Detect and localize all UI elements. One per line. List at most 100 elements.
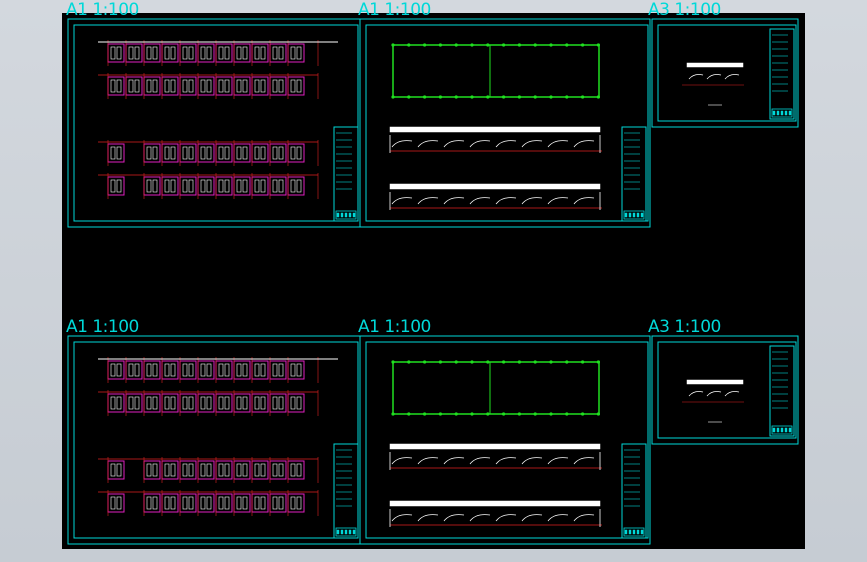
title-block [333, 443, 359, 539]
car-symbol [116, 363, 122, 377]
site-tree [470, 360, 474, 364]
parking-stall [179, 43, 197, 63]
section-profile [547, 457, 569, 465]
detail-profile [688, 74, 704, 80]
sheet-scale-label: A3 1:100 [648, 317, 721, 337]
car-symbol [188, 46, 194, 60]
parking-stall [161, 493, 179, 513]
parking-stall [179, 176, 197, 196]
parking-stall [143, 143, 161, 163]
parking-stall [215, 143, 233, 163]
parking-stall [287, 393, 305, 413]
parking-stall [269, 360, 287, 380]
car-symbol [206, 463, 212, 477]
parking-stall [107, 143, 125, 163]
car-symbol [182, 496, 188, 510]
car-symbol [170, 79, 176, 93]
car-symbol [260, 179, 266, 193]
car-symbol [260, 396, 266, 410]
title-block-text [624, 212, 628, 218]
site-tree [565, 43, 569, 47]
site-tree [423, 43, 427, 47]
site-tree [596, 412, 601, 416]
car-symbol [272, 363, 278, 377]
car-symbol [146, 396, 152, 410]
title-block-text [776, 110, 780, 116]
parking-stall [287, 143, 305, 163]
car-symbol [290, 46, 296, 60]
parking-stall [251, 143, 269, 163]
title-block-text [772, 110, 776, 116]
parking-stall [161, 143, 179, 163]
parking-stall [287, 460, 305, 480]
section-roof [389, 126, 601, 133]
title-block-text [348, 212, 352, 218]
model-space-canvas[interactable]: A1 1:100 A1 1:100 A3 1:100 A1 1:100 A1 1… [62, 2, 805, 549]
detail-roof [686, 62, 744, 68]
title-block-text [632, 529, 636, 535]
parking-stall [269, 460, 287, 480]
car-symbol [128, 396, 134, 410]
site-tree [517, 412, 521, 416]
site-boundary [392, 44, 600, 98]
parking-stall [251, 360, 269, 380]
parking-stall [179, 460, 197, 480]
car-symbol [290, 146, 296, 160]
parking-stall [143, 76, 161, 96]
car-symbol [260, 496, 266, 510]
car-symbol [182, 146, 188, 160]
parking-stall [251, 43, 269, 63]
section-profile [391, 140, 413, 148]
site-tree [486, 43, 490, 47]
parking-stall [107, 176, 125, 196]
car-symbol [224, 496, 230, 510]
site-tree [517, 360, 521, 364]
site-tree [596, 360, 601, 364]
section-profile [391, 514, 413, 522]
car-symbol [170, 496, 176, 510]
car-symbol [290, 179, 296, 193]
sheet-frame [359, 335, 651, 545]
car-symbol [236, 146, 242, 160]
site-tree [391, 412, 395, 416]
car-symbol [152, 179, 158, 193]
parking-stall [233, 493, 251, 513]
site-tree [549, 360, 553, 364]
car-symbol [224, 46, 230, 60]
title-block-text [628, 529, 632, 535]
parking-stall [197, 460, 215, 480]
title-block [621, 443, 647, 539]
site-tree [533, 43, 537, 47]
car-symbol [152, 463, 158, 477]
parking-stall [107, 360, 125, 380]
site-tree [423, 412, 427, 416]
car-symbol [188, 79, 194, 93]
car-symbol [272, 146, 278, 160]
car-symbol [242, 496, 248, 510]
car-symbol [164, 496, 170, 510]
site-tree [549, 412, 553, 416]
section-profile [443, 197, 465, 205]
car-symbol [260, 46, 266, 60]
car-symbol [296, 146, 302, 160]
parking-stall [215, 43, 233, 63]
sheet-inner-frame [365, 24, 649, 222]
car-symbol [224, 396, 230, 410]
car-symbol [200, 46, 206, 60]
section-profile [495, 514, 517, 522]
parking-stall [125, 76, 143, 96]
parking-stall [107, 493, 125, 513]
car-symbol [164, 396, 170, 410]
parking-stall [107, 460, 125, 480]
parking-stall [161, 460, 179, 480]
section-profile [521, 140, 543, 148]
car-symbol [170, 46, 176, 60]
site-tree [533, 412, 537, 416]
car-symbol [290, 496, 296, 510]
car-symbol [278, 363, 284, 377]
section-profile [573, 457, 595, 465]
title-block [333, 126, 359, 222]
car-symbol [224, 463, 230, 477]
car-symbol [170, 146, 176, 160]
site-tree [517, 95, 521, 99]
